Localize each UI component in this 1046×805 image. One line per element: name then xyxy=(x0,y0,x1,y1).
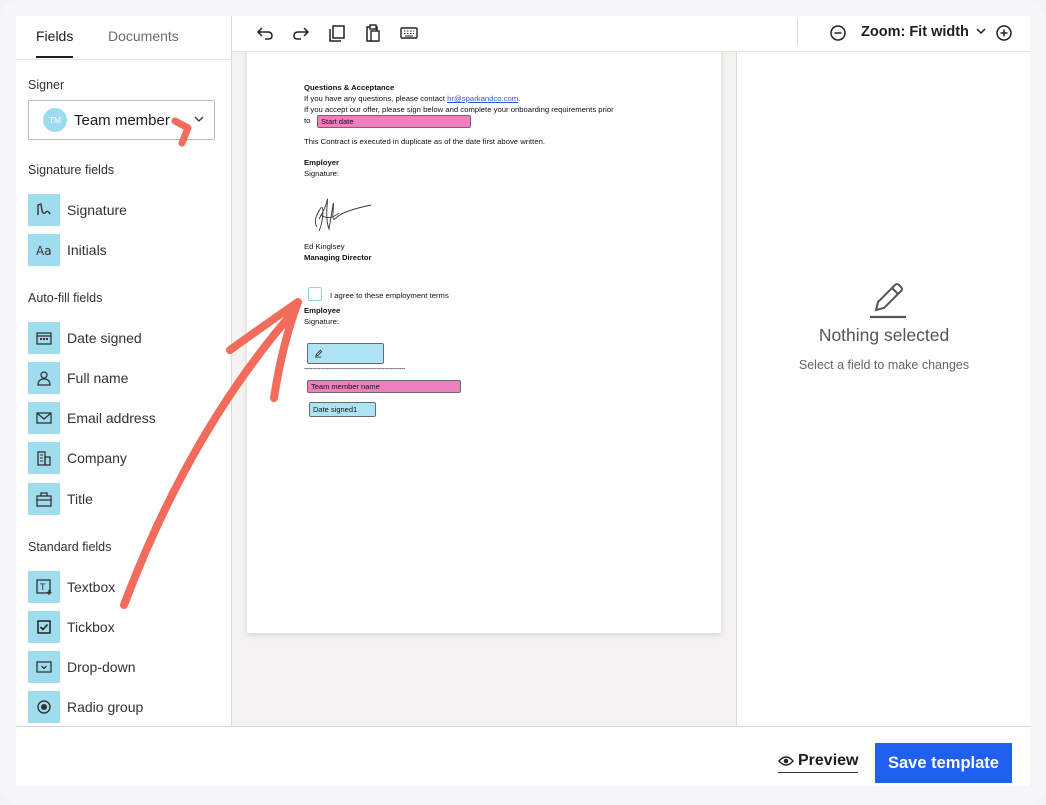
svg-text:Aa: Aa xyxy=(36,244,52,258)
footer-bar: Preview Save template xyxy=(16,726,1030,786)
eye-icon xyxy=(778,756,794,766)
fields-sidebar: Fields Documents Signer TM Team member S… xyxy=(16,16,232,726)
undo-icon[interactable] xyxy=(255,23,275,43)
chevron-down-icon xyxy=(976,28,986,35)
keyboard-icon[interactable] xyxy=(399,23,419,43)
redo-icon[interactable] xyxy=(291,23,311,43)
preview-button[interactable]: Preview xyxy=(778,752,859,773)
field-label: Radio group xyxy=(67,699,144,715)
save-template-button[interactable]: Save template xyxy=(875,743,1012,783)
field-signature[interactable]: Signature xyxy=(28,194,218,226)
employee-heading: Employee xyxy=(304,306,341,315)
field-date-signed[interactable]: Date signed xyxy=(28,322,218,354)
agree-checkbox[interactable] xyxy=(308,287,322,301)
pencil-icon xyxy=(870,283,906,319)
signature-fields-label: Signature fields xyxy=(28,163,115,177)
preview-label: Preview xyxy=(798,752,859,769)
toolbar-divider xyxy=(797,20,798,44)
employer-name: Ed Kinglsey xyxy=(304,242,345,251)
field-initials[interactable]: Aa Initials xyxy=(28,234,218,266)
chevron-down-icon xyxy=(194,116,204,122)
checkbox-icon xyxy=(28,611,60,643)
nothing-selected-title: Nothing selected xyxy=(818,325,950,345)
signer-name: Team member xyxy=(74,111,170,129)
field-label: Signature xyxy=(67,202,127,218)
briefcase-icon xyxy=(28,483,60,515)
field-radio-group[interactable]: Radio group xyxy=(28,691,218,723)
nothing-selected-subtitle: Select a field to make changes xyxy=(798,358,970,372)
autofill-fields-label: Auto-fill fields xyxy=(28,291,103,305)
signer-dropdown[interactable]: TM Team member xyxy=(28,100,215,140)
field-label: Full name xyxy=(67,370,129,386)
date-signed-field[interactable]: Date signed1 xyxy=(309,402,376,417)
properties-panel: Nothing selected Select a field to make … xyxy=(736,52,1030,726)
field-dropdown[interactable]: Drop-down xyxy=(28,651,218,683)
signer-section-label: Signer xyxy=(28,78,65,92)
employee-signature-field[interactable] xyxy=(307,343,384,364)
field-tickbox[interactable]: Tickbox xyxy=(28,611,218,643)
pen-icon xyxy=(315,349,323,358)
zoom-select[interactable]: Zoom: Fit width xyxy=(861,24,986,40)
document-canvas: Questions & Acceptance If you have any q… xyxy=(232,52,736,726)
employer-title: Managing Director xyxy=(304,253,372,262)
field-textbox[interactable]: T Textbox xyxy=(28,571,218,603)
doc-line-to: to xyxy=(304,116,311,125)
field-label: Drop-down xyxy=(67,659,136,675)
field-label: Email address xyxy=(67,410,156,426)
field-label: Company xyxy=(67,450,127,466)
editor-window: Fields Documents Signer TM Team member S… xyxy=(16,16,1030,786)
team-member-name-field[interactable]: Team member name xyxy=(307,380,461,393)
initials-icon: Aa xyxy=(28,234,60,266)
doc-duplicate-line: This Contract is executed in duplicate a… xyxy=(304,137,546,146)
textbox-icon: T xyxy=(28,571,60,603)
zoom-label: Zoom: Fit width xyxy=(861,24,969,40)
doc-heading: Questions & Acceptance xyxy=(304,83,395,92)
doc-line-accept: If you accept our offer, please sign bel… xyxy=(304,105,614,114)
doc-text: If you have any questions, please contac… xyxy=(304,94,448,103)
employer-heading: Employer xyxy=(304,158,340,167)
standard-fields-label: Standard fields xyxy=(28,540,112,554)
field-label: Textbox xyxy=(67,579,116,595)
handwritten-signature xyxy=(314,198,372,232)
envelope-icon xyxy=(28,402,60,434)
agree-label: I agree to these employment terms xyxy=(330,291,449,300)
field-email-address[interactable]: Email address xyxy=(28,402,218,434)
person-icon xyxy=(28,362,60,394)
dropdown-icon xyxy=(28,651,60,683)
copy-icon[interactable] xyxy=(327,23,347,43)
field-title[interactable]: Title xyxy=(28,483,218,515)
avatar: TM xyxy=(43,108,67,132)
tab-fields[interactable]: Fields xyxy=(36,28,74,58)
building-icon xyxy=(28,442,60,474)
field-label: Initials xyxy=(67,242,107,258)
employee-signature-label: Signature: xyxy=(304,317,340,326)
signature-divider-line: ----------------------------------------… xyxy=(304,364,405,373)
field-company[interactable]: Company xyxy=(28,442,218,474)
signature-icon xyxy=(28,194,60,226)
employer-signature-label: Signature: xyxy=(304,169,340,178)
email-link[interactable]: hr@sparkandco.com xyxy=(447,94,518,103)
field-full-name[interactable]: Full name xyxy=(28,362,218,394)
calendar-icon xyxy=(28,322,60,354)
start-date-field[interactable]: Start date xyxy=(317,115,471,128)
editor-toolbar: Zoom: Fit width xyxy=(232,16,1030,52)
field-label: Title xyxy=(67,491,93,507)
paste-icon[interactable] xyxy=(363,23,383,43)
doc-text: . xyxy=(518,94,521,103)
zoom-in-icon[interactable] xyxy=(994,23,1014,43)
tab-documents[interactable]: Documents xyxy=(108,28,179,56)
document-page: Questions & Acceptance If you have any q… xyxy=(247,52,721,633)
radio-icon xyxy=(28,691,60,723)
screenshot-frame: Fields Documents Signer TM Team member S… xyxy=(0,0,1046,805)
doc-line-contact: If you have any questions, please contac… xyxy=(304,94,520,105)
field-label: Date signed xyxy=(67,330,142,346)
zoom-out-icon[interactable] xyxy=(828,23,848,43)
sidebar-tabs: Fields Documents xyxy=(16,16,232,60)
field-label: Tickbox xyxy=(67,619,115,635)
svg-text:T: T xyxy=(39,583,46,593)
